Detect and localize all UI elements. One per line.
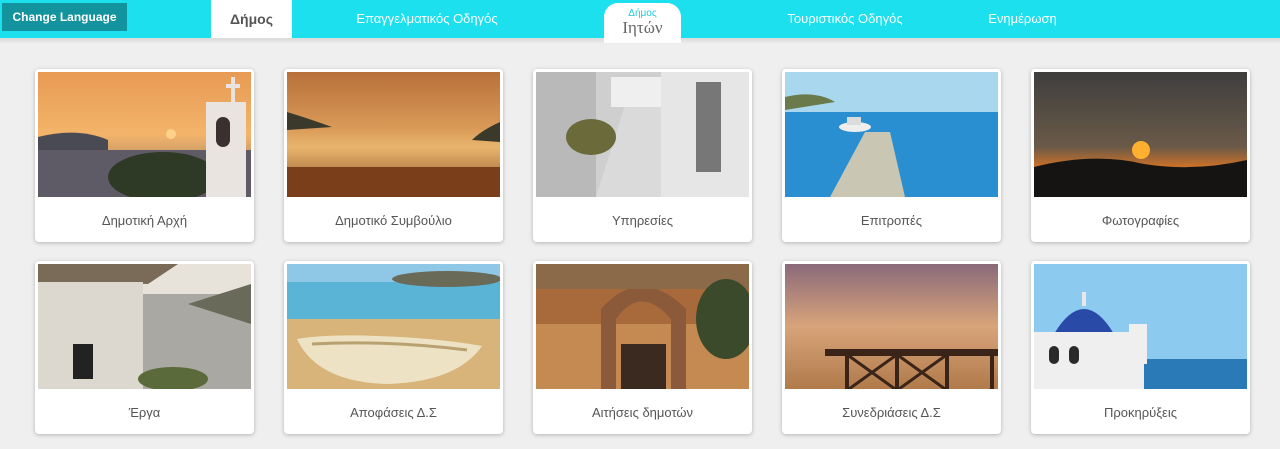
nav-tab-professional-guide[interactable]: Επαγγελματικός Οδηγός	[340, 0, 514, 38]
dark-sunset-image	[1034, 72, 1247, 197]
balcony-view-image	[785, 264, 998, 389]
card-apofaseis-ds[interactable]: Αποφάσεις Δ.Σ	[284, 261, 503, 434]
sunset-chapel-image	[38, 72, 251, 197]
village-alley-image	[536, 72, 749, 197]
card-label: Προκηρύξεις	[1103, 405, 1178, 420]
card-dimotiki-archi[interactable]: Δημοτική Αρχή	[35, 69, 254, 242]
card-dimotiko-symvoulio[interactable]: Δημοτικό Συμβούλιο	[284, 69, 503, 242]
card-label: Αιτήσεις δημοτών	[591, 405, 694, 420]
nav-tab-news[interactable]: Ενημέρωση	[975, 0, 1070, 38]
card-erga[interactable]: Έργα	[35, 261, 254, 434]
card-label: Συνεδριάσεις Δ.Σ	[842, 405, 941, 420]
card-label: Υπηρεσίες	[611, 213, 674, 228]
change-language-button[interactable]: Change Language	[2, 3, 127, 31]
rowboat-beach-image	[287, 264, 500, 389]
card-ypiresies[interactable]: Υπηρεσίες	[533, 69, 752, 242]
card-aitiseis-dimoton[interactable]: Αιτήσεις δημοτών	[533, 261, 752, 434]
card-label: Έργα	[128, 405, 161, 420]
nav-tab-tourist-guide[interactable]: Τουριστικός Οδηγός	[770, 0, 920, 38]
card-label: Φωτογραφίες	[1101, 213, 1180, 228]
card-epitropes[interactable]: Επιτροπές	[782, 69, 1001, 242]
golden-beach-image	[287, 72, 500, 197]
windmill-image	[38, 264, 251, 389]
blue-dome-church-image	[1034, 264, 1247, 389]
nav-tab-dimos[interactable]: Δήμος	[211, 0, 292, 38]
stone-arch-image	[536, 264, 749, 389]
card-label: Επιτροπές	[860, 213, 923, 228]
card-prokiryxeis[interactable]: Προκηρύξεις	[1031, 261, 1250, 434]
card-fotografies[interactable]: Φωτογραφίες	[1031, 69, 1250, 242]
logo-title: Ιητών	[622, 18, 663, 37]
card-label: Αποφάσεις Δ.Σ	[350, 405, 437, 420]
card-label: Δημοτικό Συμβούλιο	[335, 213, 452, 228]
card-synedriaseis-ds[interactable]: Συνεδριάσεις Δ.Σ	[782, 261, 1001, 434]
harbor-boat-image	[785, 72, 998, 197]
site-logo[interactable]: Δήμος Ιητών	[604, 3, 681, 43]
card-label: Δημοτική Αρχή	[101, 213, 188, 228]
